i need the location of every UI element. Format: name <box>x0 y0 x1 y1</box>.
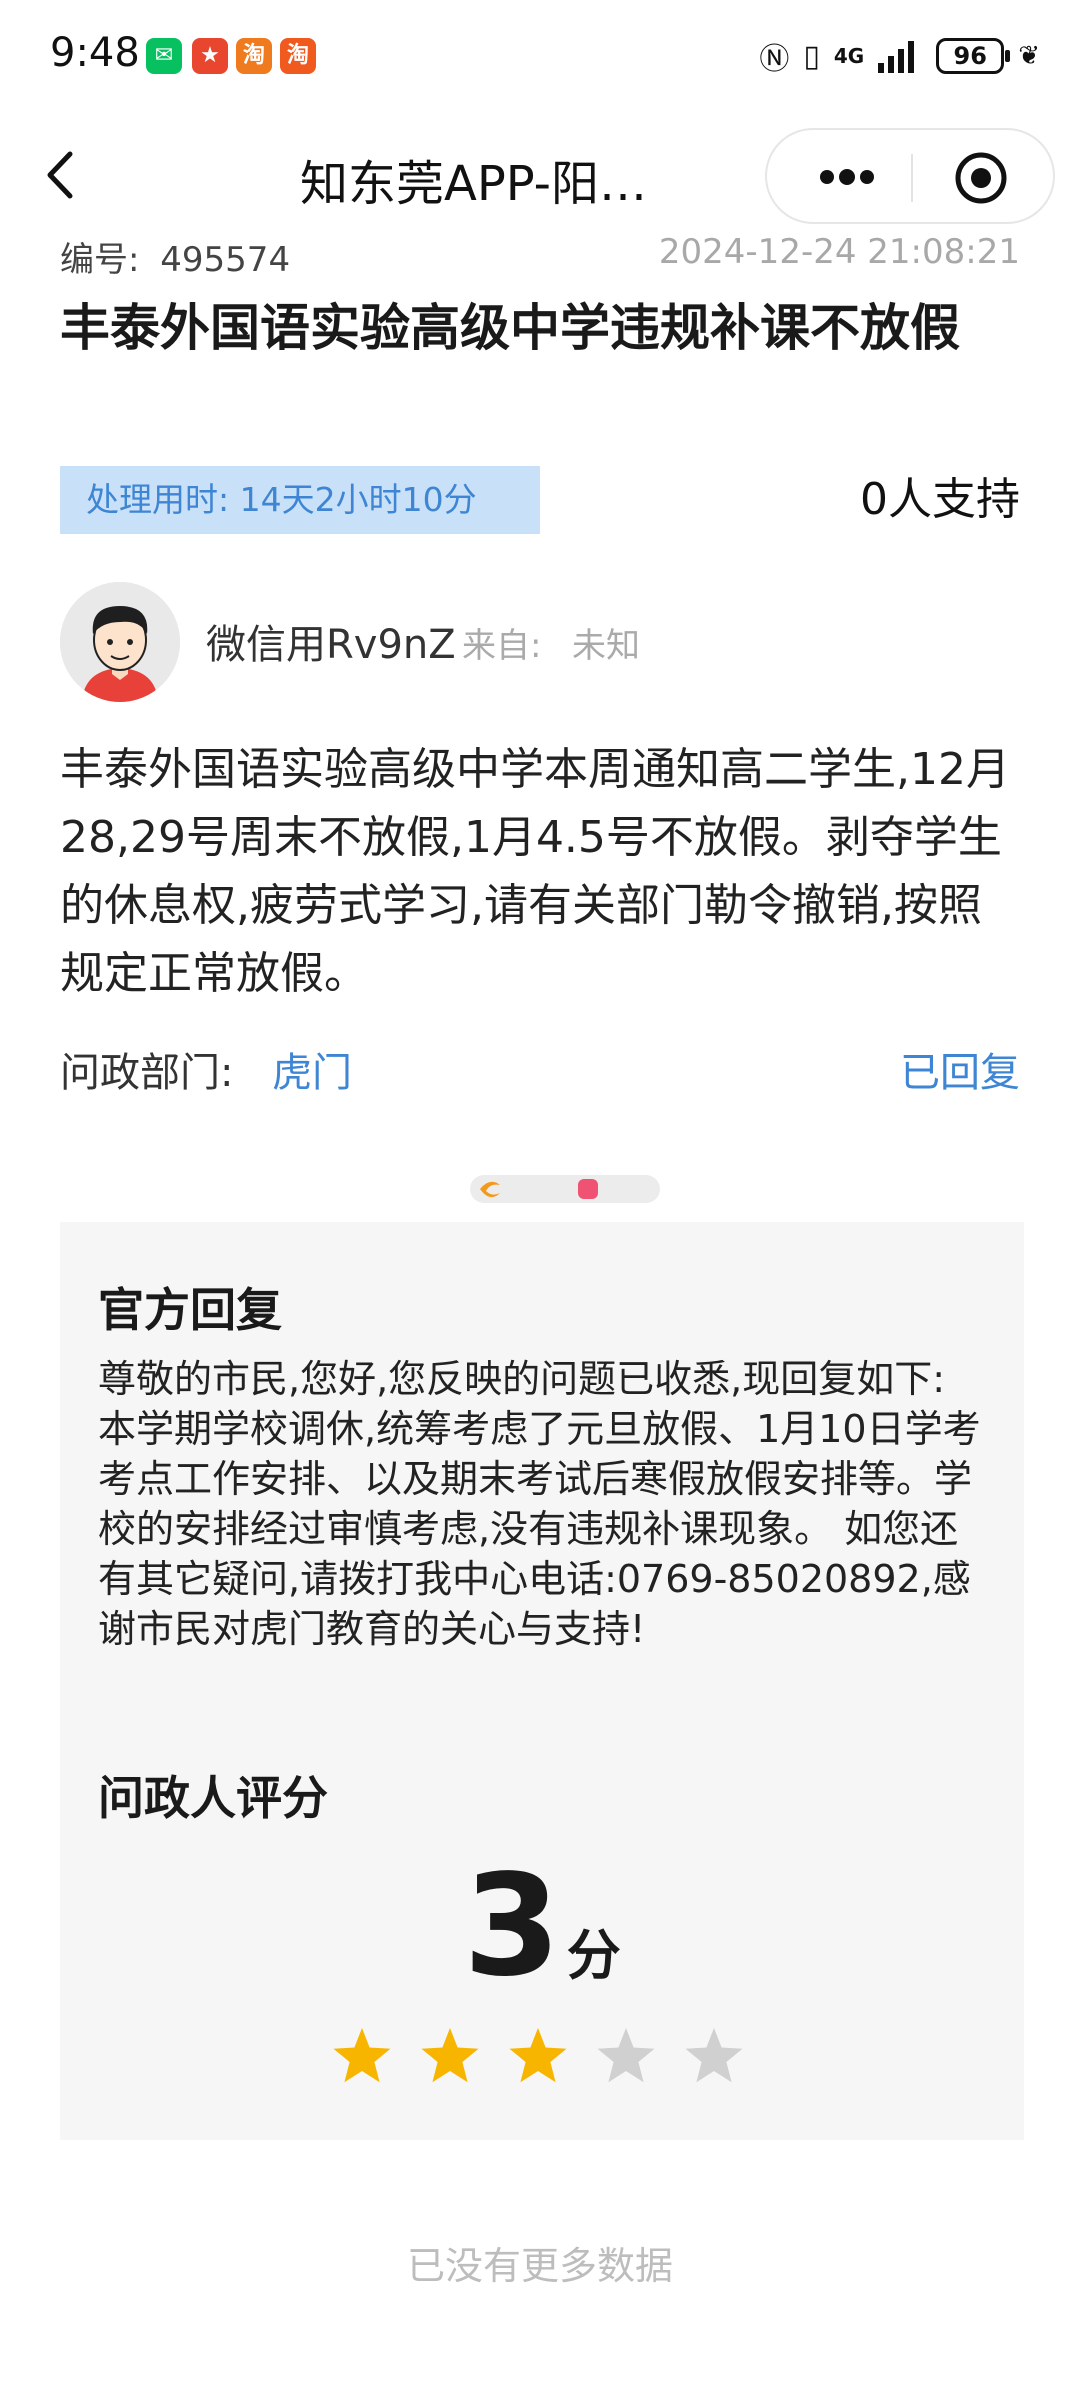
signal-icon <box>878 41 915 73</box>
watermark-logo-icon <box>480 1181 500 1198</box>
score-unit: 分 <box>566 1924 621 1987</box>
official-reply-card: 官方回复 尊敬的市民,您好,您反映的问题已收悉,现回复如下: 本学期学校调休,统… <box>60 1222 1024 2140</box>
star-empty-icon <box>597 2028 655 2083</box>
mini-program-capsule <box>765 128 1055 224</box>
star-filled-icon <box>509 2028 567 2083</box>
post-datetime: 2024-12-24 21:08:21 <box>658 232 1020 272</box>
rating-score: 3分 <box>60 1842 1024 2012</box>
department-label: 问政部门: <box>60 1050 234 1096</box>
star-empty-icon <box>685 2028 743 2083</box>
processing-duration-badge: 处理用时: 14天2小时10分 <box>60 466 540 534</box>
taobao-icon-2: 淘 <box>280 38 316 74</box>
official-reply-body: 尊敬的市民,您好,您反映的问题已收悉,现回复如下: 本学期学校调休,统筹考虑了元… <box>98 1357 981 1651</box>
back-button[interactable] <box>36 140 86 210</box>
watermark-badge-icon <box>578 1179 598 1199</box>
taobao-icon: 淘 <box>236 38 272 74</box>
wechat-icon: ✉ <box>146 38 182 74</box>
network-type: 4G <box>833 44 865 68</box>
from-value: 未知 <box>572 626 640 666</box>
post-id: 495574 <box>160 240 291 280</box>
from-label: 来自: <box>462 626 542 666</box>
avatar <box>60 582 180 702</box>
nfc-icon: Ⓝ <box>759 42 790 77</box>
close-target-icon[interactable] <box>953 150 1009 206</box>
user-name: 微信用Rv9nZ <box>206 622 456 668</box>
battery-icon: 96 <box>936 38 1011 74</box>
post-id-label: 编号: <box>60 240 140 280</box>
star-filled-icon <box>421 2028 479 2083</box>
vibrate-icon: ▯ <box>803 38 820 74</box>
post-title: 丰泰外国语实验高级中学违规补课不放假 <box>60 299 960 357</box>
score-value: 3 <box>463 1845 561 2008</box>
status-time: 9:48 <box>50 30 140 76</box>
star-rating <box>330 2024 770 2094</box>
star-filled-icon <box>333 2028 391 2083</box>
chevron-left-icon <box>47 151 73 199</box>
status-bar: 9:48 ✉ ★ 淘 淘 Ⓝ ▯ 4G 96 ❦ <box>0 0 1080 110</box>
reply-status: 已回复 <box>900 1050 1020 1096</box>
leaf-icon: ❦ <box>1018 41 1040 71</box>
capsule-divider <box>911 154 913 202</box>
support-count[interactable]: 0人支持 <box>860 466 1020 534</box>
page-title: 知东莞APP-阳… <box>300 156 647 212</box>
post-body: 丰泰外国语实验高级中学本周通知高二学生,12月28,29号周末不放假,1月4.5… <box>60 744 1010 999</box>
post-meta: 编号: 495574 2024-12-24 21:08:21 <box>60 232 1020 280</box>
page: 9:48 ✉ ★ 淘 淘 Ⓝ ▯ 4G 96 ❦ 知东莞APP-阳… 编号: 4… <box>0 0 1080 2400</box>
official-reply-title: 官方回复 <box>98 1283 282 1337</box>
department-link[interactable]: 虎门 <box>272 1040 352 1098</box>
rating-title: 问政人评分 <box>98 1771 328 1825</box>
user-avatar-icon <box>60 582 180 702</box>
status-indicators: Ⓝ ▯ 4G 96 ❦ <box>759 34 1040 78</box>
no-more-data: 已没有更多数据 <box>406 2244 673 2288</box>
battery-level: 96 <box>953 42 987 70</box>
game-app-icon: ★ <box>192 38 228 74</box>
watermark <box>470 1175 660 1203</box>
more-icon[interactable] <box>807 152 887 202</box>
